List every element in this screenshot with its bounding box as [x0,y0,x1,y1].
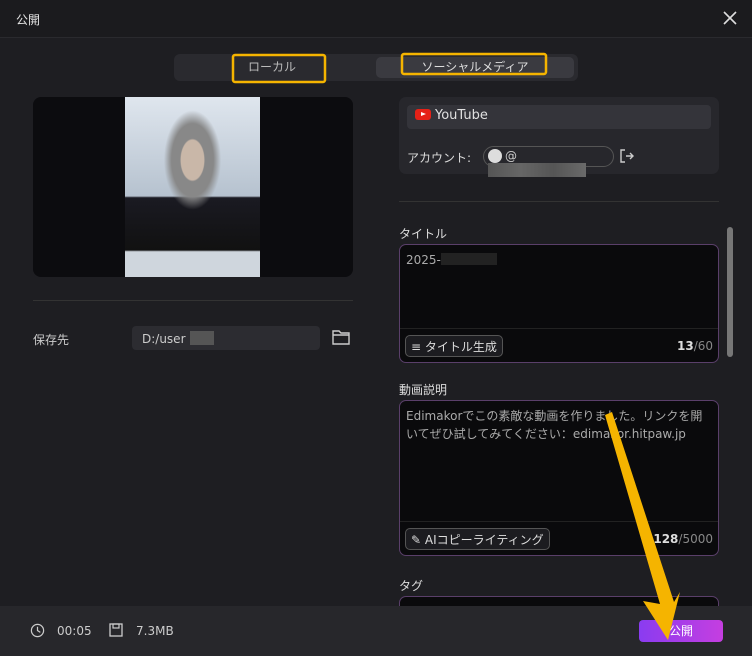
avatar [488,149,502,163]
generate-title-button[interactable]: ≡ タイトル生成 [405,335,503,357]
tab-local[interactable]: ローカル [180,57,364,78]
save-path-value: D:/user [142,332,186,346]
youtube-icon [415,109,431,120]
description-input[interactable]: Edimakorでこの素敵な動画を作りました。リンクを開いてぜひ試してみてくださ… [399,400,719,556]
description-label: 動画説明 [399,383,448,397]
mode-tabs: ローカル ソーシャルメディア [174,54,578,81]
ai-copywriting-label: AIコピーライティング [424,533,544,547]
blurred-text [440,253,497,265]
platform-name: YouTube [435,108,488,123]
title-value: 2025- [406,253,441,267]
divider [399,201,719,202]
duration: 00:05 [57,624,92,638]
file-size-icon [109,623,123,637]
title-bar: 公開 [0,0,752,38]
title-input[interactable]: 2025- ≡ タイトル生成 13/60 [399,244,719,363]
window-title: 公開 [16,13,41,27]
title-char-count: 13/60 [676,339,713,353]
close-icon[interactable] [720,8,740,28]
divider [33,300,353,301]
tag-label: タグ [399,579,424,593]
video-thumbnail [125,97,260,277]
description-char-count: 128/5000 [653,532,713,546]
account-chip[interactable]: @ [483,146,614,177]
description-value: Edimakorでこの素敵な動画を作りました。リンクを開いてぜひ試してみてくださ… [406,409,703,441]
folder-icon[interactable] [331,328,351,346]
generate-title-label: タイトル生成 [424,340,497,354]
blurred-account [488,163,586,177]
logout-icon[interactable] [619,148,635,164]
account-label: アカウント: [407,151,472,165]
clock-icon [30,623,45,638]
tab-social-media[interactable]: ソーシャルメディア [376,57,574,78]
ai-copywriting-button[interactable]: ✎ AIコピーライティング [405,528,550,550]
save-location-label: 保存先 [33,333,70,347]
blurred-text [189,331,214,345]
platform-panel: YouTube アカウント: @ [399,97,719,177]
title-label: タイトル [399,227,448,241]
account-prefix: @ [505,149,517,163]
file-size: 7.3MB [136,624,174,638]
platform-select[interactable]: YouTube [407,105,711,129]
save-path-input[interactable]: D:/user [132,326,320,350]
video-preview [33,97,353,277]
publish-button[interactable]: 公開 [639,620,723,642]
scrollbar[interactable] [727,227,733,357]
